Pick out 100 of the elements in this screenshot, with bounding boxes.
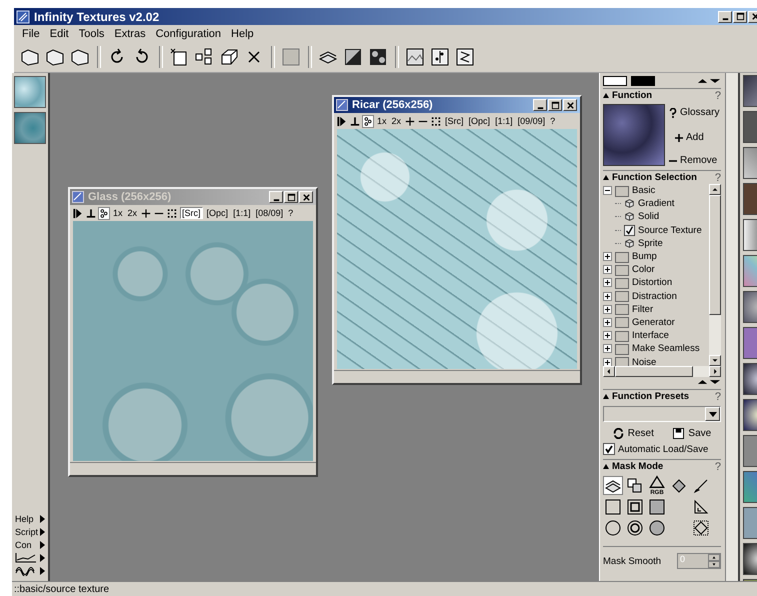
tile-grid-icon[interactable] <box>167 208 178 218</box>
menu-item[interactable]: Extras <box>109 28 151 40</box>
maximize-button[interactable] <box>284 191 298 203</box>
tree-item[interactable]: Bump <box>632 251 657 262</box>
tree-item[interactable]: Interface <box>632 330 669 342</box>
maximize-button[interactable] <box>733 10 747 22</box>
texture-thumbnail[interactable] <box>14 112 46 144</box>
mask-tool-button[interactable] <box>647 497 667 516</box>
close-icon[interactable] <box>750 12 757 21</box>
expander-icon[interactable] <box>603 358 612 366</box>
expander-icon[interactable] <box>603 186 612 196</box>
maximize-icon[interactable] <box>286 192 296 202</box>
section-title[interactable]: Function Selection <box>612 172 697 183</box>
view-option[interactable]: 2x <box>390 116 402 126</box>
mask-tool-button[interactable] <box>625 518 645 537</box>
checkbox[interactable] <box>624 224 635 236</box>
view-option[interactable]: 2x <box>126 208 138 218</box>
mask-tool-button[interactable] <box>625 497 645 516</box>
maximize-icon[interactable] <box>736 12 744 21</box>
layout-icon[interactable] <box>194 47 214 67</box>
spin-down-icon[interactable] <box>708 561 720 568</box>
close-icon[interactable] <box>302 192 310 202</box>
zoom-in-icon[interactable] <box>141 208 152 218</box>
mask-tool-button[interactable] <box>691 518 711 537</box>
scroll-right-icon[interactable] <box>709 366 721 377</box>
menu-item[interactable]: File <box>17 28 45 40</box>
tree-item[interactable]: Solid <box>638 211 660 222</box>
tree-item[interactable]: Filter <box>632 304 654 315</box>
side-menu-item[interactable]: Help <box>15 514 37 524</box>
collapse-triangle-icon[interactable] <box>603 394 609 399</box>
expander-icon[interactable] <box>603 278 612 288</box>
dots-icon[interactable] <box>99 208 109 218</box>
preset-button[interactable]: Save <box>673 428 712 438</box>
spin-up-icon[interactable] <box>708 554 720 561</box>
scroll-left-icon[interactable] <box>603 366 615 377</box>
expander-icon[interactable] <box>603 331 612 340</box>
foreground-swatch[interactable] <box>631 76 655 86</box>
view-option[interactable]: 1x <box>112 208 124 218</box>
maximize-button[interactable] <box>548 99 562 111</box>
tree-item[interactable]: Gradient <box>638 198 674 210</box>
wave-icon[interactable] <box>455 47 475 67</box>
tree-item[interactable]: Sprite <box>638 238 663 249</box>
maximize-icon[interactable] <box>550 100 560 110</box>
close-button[interactable] <box>563 99 577 111</box>
collapse-triangle-icon[interactable] <box>603 175 609 180</box>
anchor-icon[interactable] <box>86 208 96 218</box>
scrollbar[interactable] <box>725 73 740 581</box>
play-icon[interactable] <box>337 116 347 126</box>
new-document-icon[interactable] <box>169 47 189 67</box>
tree-item[interactable]: Generator <box>632 316 675 328</box>
mask-tool-button[interactable] <box>647 518 667 537</box>
view-option[interactable]: ? <box>549 116 556 126</box>
view-option[interactable]: [Src] <box>180 207 203 219</box>
help-link[interactable]: ? <box>714 460 721 472</box>
background-swatch[interactable] <box>603 76 627 86</box>
function-action[interactable]: Remove <box>669 155 718 166</box>
zoom-in-icon[interactable] <box>405 116 416 126</box>
side-menu-item[interactable]: Script <box>15 527 37 537</box>
mask-tool-button[interactable] <box>603 476 623 495</box>
view-option[interactable]: [08/09] <box>254 208 284 218</box>
expander-icon[interactable] <box>603 252 612 262</box>
collapse-triangle-icon[interactable] <box>603 464 609 469</box>
dropdown-arrow-icon[interactable] <box>708 412 716 416</box>
tree-item[interactable]: Source Texture <box>638 224 702 236</box>
menu-item[interactable]: Edit <box>44 28 74 40</box>
menu-item[interactable]: Help <box>226 28 259 40</box>
refresh-icon[interactable] <box>612 428 624 438</box>
mask-tool-button[interactable] <box>603 518 623 537</box>
preset-button[interactable]: Reset <box>612 428 654 438</box>
function-action[interactable]: Glossary <box>669 107 720 118</box>
anchor-icon[interactable] <box>350 116 360 126</box>
mask-tool-button[interactable] <box>603 497 623 516</box>
view-option[interactable]: [Opc] <box>468 116 492 126</box>
tile-grid-icon[interactable] <box>431 116 442 126</box>
tree-item[interactable]: Color <box>632 264 655 276</box>
question-mark-icon[interactable] <box>669 108 677 118</box>
section-title[interactable]: Function <box>612 90 652 101</box>
help-link[interactable]: ? <box>714 390 721 402</box>
scroll-up-icon[interactable] <box>709 184 721 195</box>
minimize-button[interactable] <box>269 191 283 203</box>
view-option[interactable]: [09/09] <box>516 116 546 126</box>
tree-item[interactable]: Distraction <box>632 290 677 302</box>
view-option[interactable]: [1:1] <box>494 116 514 126</box>
dots-icon[interactable] <box>363 116 373 126</box>
texture-thumbnail[interactable] <box>14 76 46 108</box>
scrollbar[interactable] <box>709 184 721 366</box>
image-icon[interactable] <box>405 47 425 67</box>
cube-icon[interactable] <box>219 47 239 67</box>
minimize-button[interactable] <box>718 10 732 22</box>
expander-icon[interactable] <box>603 265 612 274</box>
blank-square-icon[interactable] <box>281 47 301 67</box>
view-option[interactable]: [1:1] <box>232 208 252 218</box>
pattern-icon[interactable] <box>368 47 388 67</box>
help-link[interactable]: ? <box>714 90 721 102</box>
scroll-thumb[interactable] <box>709 195 721 315</box>
wave-icon[interactable] <box>15 566 37 576</box>
up-down-arrows-icon[interactable] <box>697 78 721 84</box>
tree-item[interactable]: Distortion <box>632 277 672 288</box>
tree-item[interactable]: Make Seamless <box>632 343 700 354</box>
scroll-thumb[interactable] <box>615 366 693 377</box>
